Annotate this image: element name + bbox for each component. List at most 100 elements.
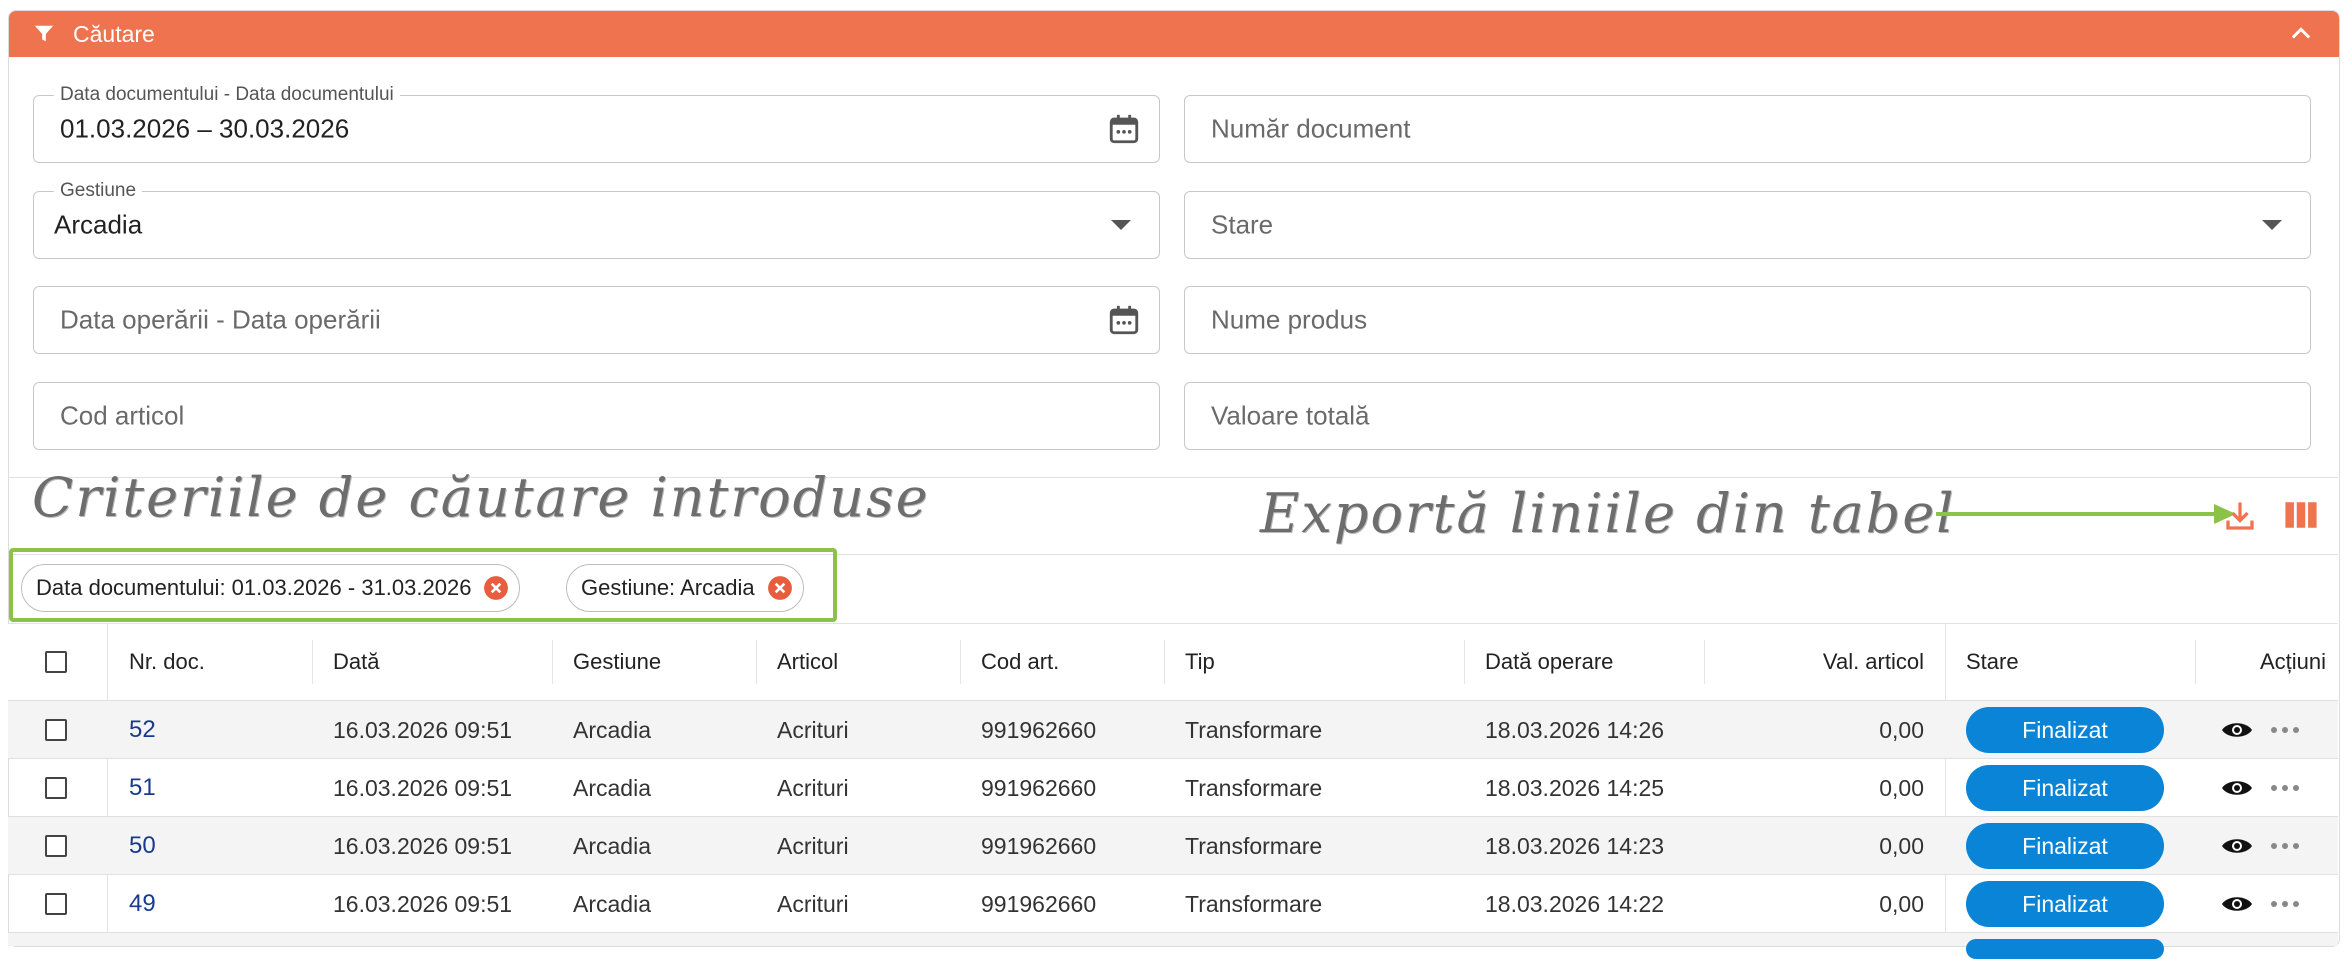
eye-icon[interactable] bbox=[2220, 835, 2254, 857]
calendar-icon[interactable] bbox=[1107, 112, 1141, 146]
operation-date-placeholder: Data operării - Data operării bbox=[60, 304, 381, 335]
column-nr-doc[interactable]: Nr. doc. bbox=[129, 624, 205, 700]
status-badge[interactable]: Finalizat bbox=[1966, 765, 2164, 811]
close-circle-icon[interactable] bbox=[483, 575, 509, 601]
chip-label: Data documentului: 01.03.2026 - 31.03.20… bbox=[36, 575, 472, 600]
cell-cod-art: 991962660 bbox=[981, 833, 1097, 859]
cell-tip: Transformare bbox=[1185, 775, 1323, 801]
stare-placeholder: Stare bbox=[1211, 209, 1274, 240]
cell-gestiune: Arcadia bbox=[573, 775, 651, 801]
status-badge[interactable]: Finalizat bbox=[1966, 707, 2164, 753]
columns-icon[interactable] bbox=[2284, 500, 2318, 530]
table-row[interactable]: 50 16.03.2026 09:51 Arcadia Acrituri 991… bbox=[8, 816, 2338, 874]
filter-chip-document-date[interactable]: Data documentului: 01.03.2026 - 31.03.20… bbox=[21, 564, 521, 612]
document-number-field[interactable]: Număr document bbox=[1184, 95, 2311, 163]
status-badge[interactable]: Finalizat bbox=[1966, 881, 2164, 927]
row-checkbox[interactable] bbox=[45, 835, 67, 857]
product-name-field[interactable]: Nume produs bbox=[1184, 286, 2311, 354]
document-date-label: Data documentului - Data documentului bbox=[54, 84, 400, 106]
download-icon[interactable] bbox=[2222, 498, 2258, 534]
column-stare[interactable]: Stare bbox=[1966, 624, 2019, 700]
more-icon[interactable] bbox=[2270, 784, 2300, 792]
cell-data-operare: 18.03.2026 14:22 bbox=[1485, 891, 1665, 917]
search-panel-header[interactable]: Căutare bbox=[9, 11, 2339, 57]
column-separator bbox=[960, 640, 961, 684]
table-row-partial bbox=[8, 932, 2338, 959]
gestiune-label: Gestiune bbox=[54, 180, 143, 202]
cell-cod-art: 991962660 bbox=[981, 717, 1097, 743]
dropdown-arrow-icon bbox=[2262, 220, 2282, 230]
product-name-placeholder: Nume produs bbox=[1211, 304, 1368, 335]
column-separator bbox=[1164, 640, 1165, 684]
column-tip[interactable]: Tip bbox=[1185, 624, 1215, 700]
chip-label: Gestiune: Arcadia bbox=[581, 575, 755, 600]
stare-select[interactable]: Stare bbox=[1184, 191, 2311, 259]
more-icon[interactable] bbox=[2270, 842, 2300, 850]
operation-date-range-field[interactable]: Data operării - Data operării bbox=[33, 286, 1160, 354]
select-all-checkbox[interactable] bbox=[45, 651, 67, 673]
doc-number-link[interactable]: 52 bbox=[129, 701, 156, 759]
cell-articol: Acrituri bbox=[777, 775, 849, 801]
column-separator bbox=[1704, 640, 1705, 684]
document-number-placeholder: Număr document bbox=[1211, 113, 1411, 144]
annotation-arrow-line bbox=[1936, 512, 2218, 516]
doc-number-link[interactable]: 51 bbox=[129, 759, 156, 817]
calendar-icon[interactable] bbox=[1107, 303, 1141, 337]
cell-data: 16.03.2026 09:51 bbox=[333, 775, 513, 801]
document-date-range-field[interactable]: Data documentului - Data documentului 01… bbox=[33, 84, 1160, 163]
row-checkbox[interactable] bbox=[45, 777, 67, 799]
column-gestiune[interactable]: Gestiune bbox=[573, 624, 661, 700]
status-badge-partial bbox=[1966, 939, 2164, 959]
filter-chip-gestiune[interactable]: Gestiune: Arcadia bbox=[566, 564, 804, 612]
close-circle-icon[interactable] bbox=[767, 575, 793, 601]
doc-number-link[interactable]: 50 bbox=[129, 817, 156, 875]
column-cod-art[interactable]: Cod art. bbox=[981, 624, 1059, 700]
filter-icon bbox=[34, 25, 54, 42]
cell-articol: Acrituri bbox=[777, 717, 849, 743]
cell-val-articol: 0,00 bbox=[1879, 833, 1924, 859]
cell-val-articol: 0,00 bbox=[1879, 717, 1924, 743]
article-code-field[interactable]: Cod articol bbox=[33, 382, 1160, 450]
eye-icon[interactable] bbox=[2220, 777, 2254, 799]
cell-cod-art: 991962660 bbox=[981, 891, 1097, 917]
column-data-operare[interactable]: Dată operare bbox=[1485, 624, 1613, 700]
table-row[interactable]: 49 16.03.2026 09:51 Arcadia Acrituri 991… bbox=[8, 874, 2338, 932]
cell-data-operare: 18.03.2026 14:26 bbox=[1485, 717, 1665, 743]
row-checkbox[interactable] bbox=[45, 893, 67, 915]
criteria-annotation: Criteriile de căutare introduse bbox=[32, 466, 930, 529]
more-icon[interactable] bbox=[2270, 726, 2300, 734]
cell-tip: Transformare bbox=[1185, 833, 1323, 859]
eye-icon[interactable] bbox=[2220, 719, 2254, 741]
column-val-articol[interactable]: Val. articol bbox=[1724, 624, 1924, 700]
search-panel-title: Căutare bbox=[73, 20, 155, 47]
table-row[interactable]: 52 16.03.2026 09:51 Arcadia Acrituri 991… bbox=[8, 700, 2338, 758]
chevron-up-icon[interactable] bbox=[2287, 20, 2315, 48]
column-data[interactable]: Dată bbox=[333, 624, 379, 700]
eye-icon[interactable] bbox=[2220, 893, 2254, 915]
gestiune-select[interactable]: Gestiune Arcadia bbox=[33, 180, 1160, 259]
status-badge[interactable]: Finalizat bbox=[1966, 823, 2164, 869]
article-code-placeholder: Cod articol bbox=[60, 400, 185, 431]
table-row[interactable]: 51 16.03.2026 09:51 Arcadia Acrituri 991… bbox=[8, 758, 2338, 816]
document-date-value: 01.03.2026 – 30.03.2026 bbox=[60, 113, 350, 144]
cell-tip: Transformare bbox=[1185, 717, 1323, 743]
cell-data: 16.03.2026 09:51 bbox=[333, 717, 513, 743]
total-value-field[interactable]: Valoare totală bbox=[1184, 382, 2311, 450]
cell-data: 16.03.2026 09:51 bbox=[333, 891, 513, 917]
doc-number-link[interactable]: 49 bbox=[129, 875, 156, 933]
more-icon[interactable] bbox=[2270, 900, 2300, 908]
column-separator bbox=[312, 640, 313, 684]
column-separator bbox=[552, 640, 553, 684]
cell-val-articol: 0,00 bbox=[1879, 775, 1924, 801]
column-articol[interactable]: Articol bbox=[777, 624, 838, 700]
cell-articol: Acrituri bbox=[777, 891, 849, 917]
cell-data-operare: 18.03.2026 14:23 bbox=[1485, 833, 1665, 859]
export-annotation: Exportă liniile din tabel bbox=[1260, 482, 1956, 545]
row-checkbox[interactable] bbox=[45, 719, 67, 741]
table-header: Nr. doc. Dată Gestiune Articol Cod art. … bbox=[8, 624, 2338, 700]
dropdown-arrow-icon bbox=[1111, 220, 1131, 230]
cell-cod-art: 991962660 bbox=[981, 775, 1097, 801]
cell-gestiune: Arcadia bbox=[573, 833, 651, 859]
cell-data: 16.03.2026 09:51 bbox=[333, 833, 513, 859]
cell-gestiune: Arcadia bbox=[573, 891, 651, 917]
